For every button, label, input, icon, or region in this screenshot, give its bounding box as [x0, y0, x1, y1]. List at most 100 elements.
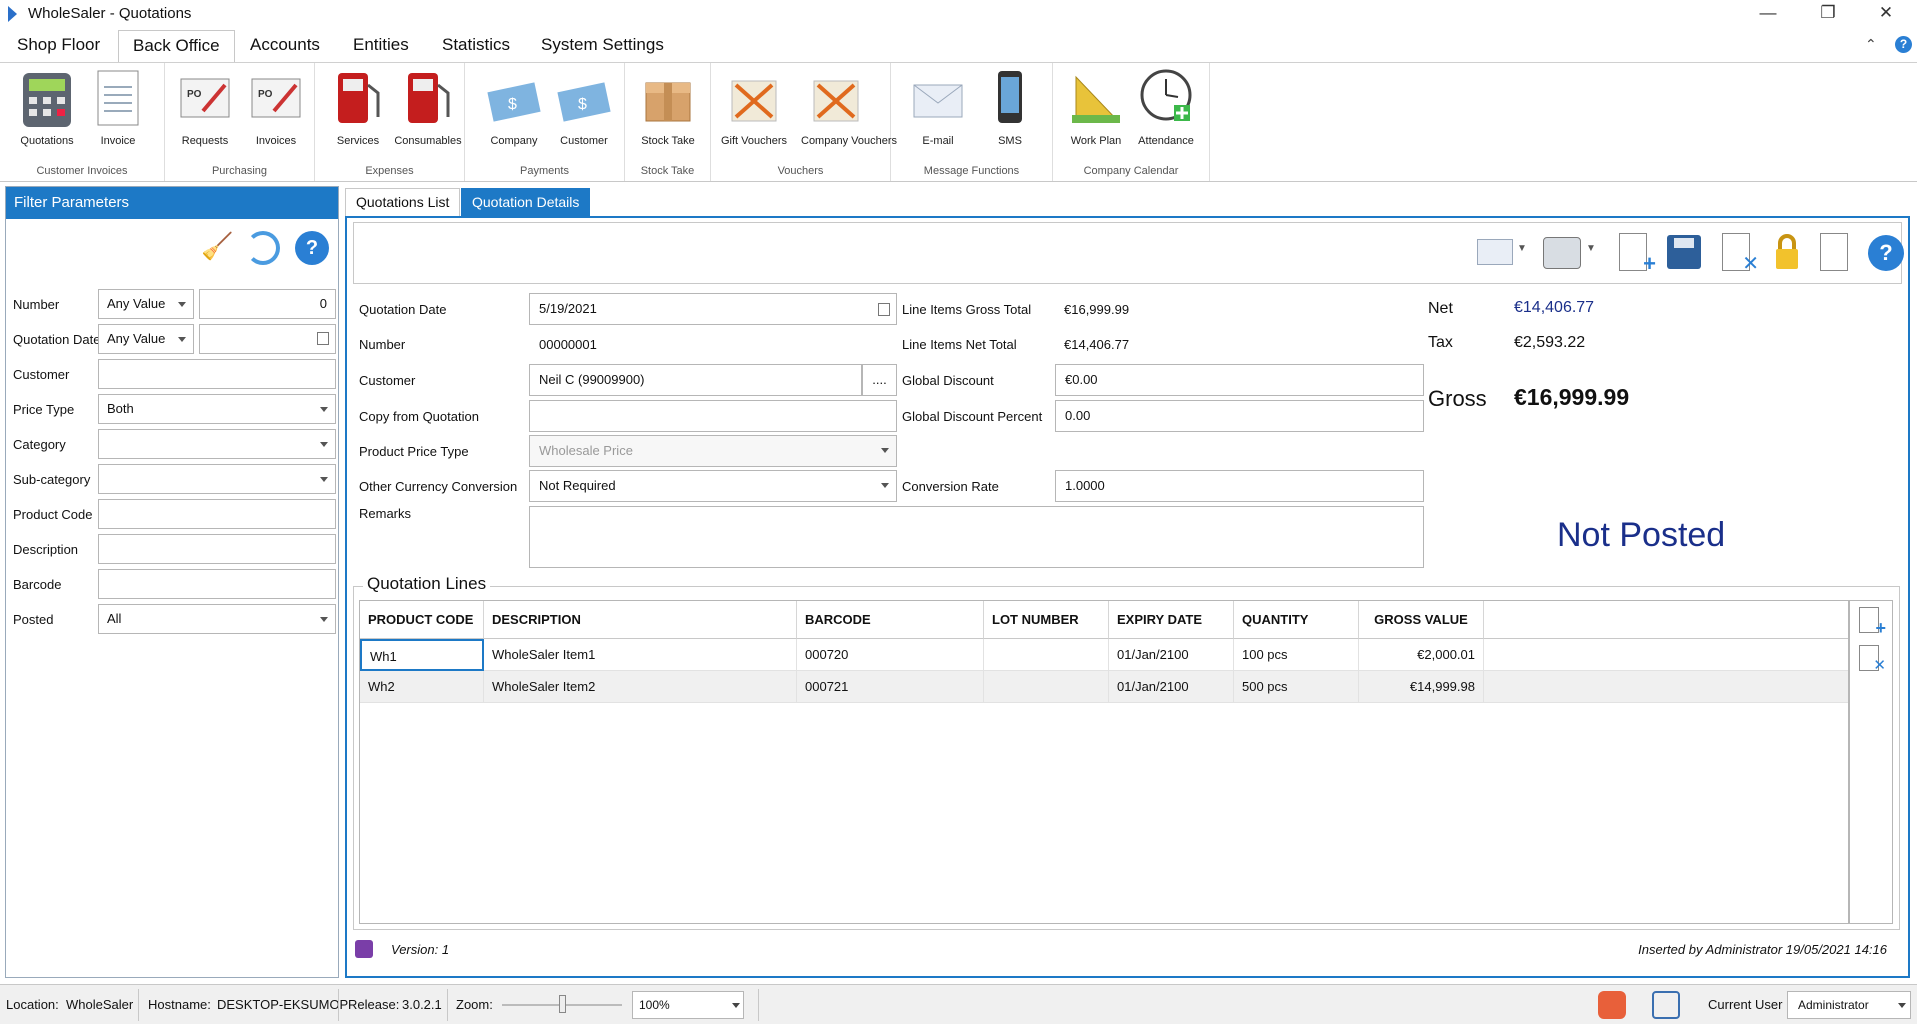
table-cell[interactable]: 000721: [797, 671, 984, 703]
calendar-icon[interactable]: [317, 332, 329, 345]
collapse-ribbon-icon[interactable]: ⌃: [1865, 36, 1877, 53]
subcategory-select[interactable]: [98, 464, 336, 494]
number-operator-select[interactable]: Any Value: [98, 289, 194, 319]
tab-quotation-details[interactable]: Quotation Details: [461, 188, 591, 216]
description-input[interactable]: [98, 534, 336, 564]
version-label: Version: 1: [391, 942, 450, 957]
line-items-gross-total: €16,999.99: [1064, 302, 1130, 317]
current-user-select[interactable]: Administrator: [1787, 991, 1911, 1019]
sms-button[interactable]: SMS: [975, 67, 1045, 147]
save-icon[interactable]: [1667, 235, 1701, 269]
tab-system-settings[interactable]: System Settings: [527, 30, 678, 62]
print-dropdown-icon[interactable]: ▼: [1586, 243, 1596, 254]
report-icon[interactable]: [1820, 233, 1848, 271]
posted-select[interactable]: All: [98, 604, 336, 634]
zoom-slider-thumb[interactable]: [559, 995, 566, 1013]
remarks-input[interactable]: [529, 506, 1424, 568]
lock-icon[interactable]: [1774, 233, 1800, 271]
consumables-button[interactable]: Consumables: [393, 67, 463, 147]
requests-button[interactable]: PO Requests: [170, 67, 240, 147]
column-header[interactable]: DESCRIPTION: [484, 601, 797, 639]
customer-input[interactable]: Neil C (99009900): [529, 364, 862, 396]
table-cell[interactable]: 01/Jan/2100: [1109, 671, 1234, 703]
column-header[interactable]: LOT NUMBER: [984, 601, 1109, 639]
gift-vouchers-button[interactable]: Gift Vouchers: [719, 67, 789, 147]
price-type-select[interactable]: Both: [98, 394, 336, 424]
quotation-date-input[interactable]: 5/19/2021: [529, 293, 897, 325]
zoom-select[interactable]: 100%: [632, 991, 744, 1019]
table-cell[interactable]: 500 pcs: [1234, 671, 1359, 703]
tab-quotations-list[interactable]: Quotations List: [345, 188, 461, 216]
table-cell[interactable]: Wh1: [360, 639, 484, 671]
table-cell[interactable]: [984, 671, 1109, 703]
table-cell[interactable]: 100 pcs: [1234, 639, 1359, 671]
tab-shop-floor[interactable]: Shop Floor: [3, 30, 114, 62]
calendar-icon[interactable]: [878, 303, 890, 316]
table-cell[interactable]: Wh2: [360, 671, 484, 703]
product-code-input[interactable]: [98, 499, 336, 529]
history-icon[interactable]: [355, 940, 373, 958]
table-cell[interactable]: [984, 639, 1109, 671]
close-button[interactable]: ✕: [1858, 0, 1914, 28]
company-vouchers-button[interactable]: Company Vouchers: [801, 67, 897, 147]
table-cell[interactable]: 01/Jan/2100: [1109, 639, 1234, 671]
chevron-down-icon[interactable]: [1898, 1003, 1906, 1008]
column-header[interactable]: GROSS VALUE: [1359, 601, 1484, 639]
tab-back-office[interactable]: Back Office: [118, 30, 235, 63]
date-operator-select[interactable]: Any Value: [98, 324, 194, 354]
help-icon[interactable]: ?: [1895, 36, 1912, 53]
work-plan-button[interactable]: Work Plan: [1061, 67, 1131, 147]
column-header[interactable]: EXPIRY DATE: [1109, 601, 1234, 639]
copy-from-quotation-input[interactable]: [529, 400, 897, 432]
table-cell[interactable]: WholeSaler Item1: [484, 639, 797, 671]
email-button[interactable]: E-mail: [903, 67, 973, 147]
new-document-icon[interactable]: +: [1619, 233, 1656, 275]
table-cell[interactable]: 000720: [797, 639, 984, 671]
currency-conversion-select[interactable]: Not Required: [529, 470, 897, 502]
column-header[interactable]: BARCODE: [797, 601, 984, 639]
gross-value: €16,999.99: [1514, 384, 1630, 410]
table-cell[interactable]: €2,000.01: [1359, 639, 1484, 671]
chevron-down-icon[interactable]: [732, 1003, 740, 1008]
invoice-button[interactable]: Invoice: [83, 67, 153, 147]
table-cell[interactable]: WholeSaler Item2: [484, 671, 797, 703]
restore-button[interactable]: ❐: [1800, 0, 1856, 28]
tab-accounts[interactable]: Accounts: [236, 30, 334, 62]
email-dropdown-icon[interactable]: ▼: [1517, 243, 1527, 254]
notification-icon[interactable]: [1598, 991, 1626, 1019]
add-line-icon[interactable]: +: [1859, 607, 1886, 637]
tab-entities[interactable]: Entities: [339, 30, 423, 62]
quotations-button[interactable]: Quotations: [12, 67, 82, 147]
filter-help-icon[interactable]: ?: [295, 231, 329, 265]
global-discount-input[interactable]: €0.00: [1055, 364, 1424, 396]
email-icon[interactable]: [1477, 239, 1513, 265]
refresh-icon[interactable]: [246, 231, 280, 265]
attendance-button[interactable]: Attendance: [1131, 67, 1201, 147]
stock-take-button[interactable]: Stock Take: [633, 67, 703, 147]
global-discount-percent-input[interactable]: 0.00: [1055, 400, 1424, 432]
category-select[interactable]: [98, 429, 336, 459]
services-button[interactable]: Services: [323, 67, 393, 147]
menu-bar: Shop Floor Back Office Accounts Entities…: [0, 28, 1917, 63]
zoom-slider[interactable]: [502, 995, 622, 1013]
clear-filter-icon[interactable]: 🧹: [201, 231, 233, 262]
column-header[interactable]: PRODUCT CODE: [360, 601, 484, 639]
print-icon[interactable]: [1543, 237, 1581, 269]
customer-filter-input[interactable]: [98, 359, 336, 389]
customer-lookup-button[interactable]: ....: [862, 364, 897, 396]
purchase-invoices-button[interactable]: PO Invoices: [241, 67, 311, 147]
tab-statistics[interactable]: Statistics: [428, 30, 524, 62]
date-value-input[interactable]: [199, 324, 336, 354]
details-help-icon[interactable]: ?: [1868, 235, 1904, 271]
column-header[interactable]: QUANTITY: [1234, 601, 1359, 639]
company-payments-button[interactable]: $ Company: [479, 67, 549, 147]
user-lock-icon[interactable]: [1652, 991, 1680, 1019]
remove-line-icon[interactable]: ✕: [1859, 645, 1886, 674]
delete-document-icon[interactable]: ✕: [1722, 233, 1759, 274]
minimize-button[interactable]: —: [1740, 0, 1796, 28]
conversion-rate-input[interactable]: 1.0000: [1055, 470, 1424, 502]
number-value-input[interactable]: 0: [199, 289, 336, 319]
table-cell[interactable]: €14,999.98: [1359, 671, 1484, 703]
barcode-input[interactable]: [98, 569, 336, 599]
customer-payments-button[interactable]: $ Customer: [549, 67, 619, 147]
